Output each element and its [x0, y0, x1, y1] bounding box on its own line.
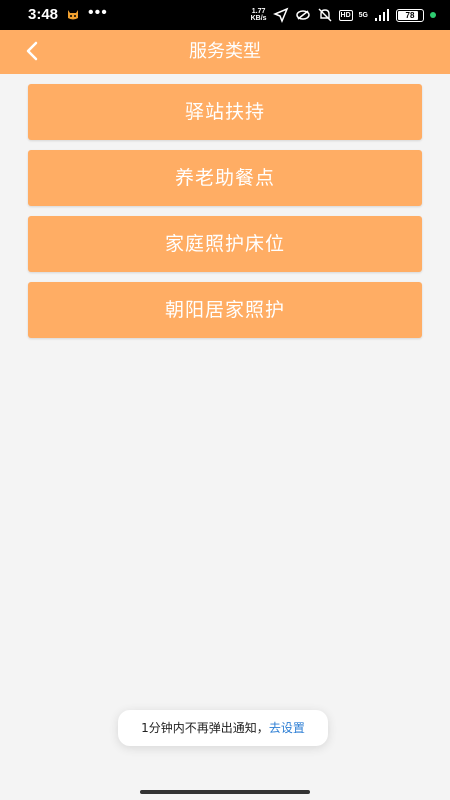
signal-icon: [375, 9, 389, 21]
mute-bell-icon: [318, 8, 332, 22]
service-button-home-care-bed[interactable]: 家庭照护床位: [28, 216, 422, 272]
service-type-list: 驿站扶持 养老助餐点 家庭照护床位 朝阳居家照护: [28, 84, 422, 348]
service-button-chaoyang-home-care[interactable]: 朝阳居家照护: [28, 282, 422, 338]
link-icon: [295, 10, 310, 20]
service-button-station-support[interactable]: 驿站扶持: [28, 84, 422, 140]
toast-message: 1分钟内不再弹出通知，: [141, 721, 269, 735]
network-speed-unit: KB/s: [250, 15, 267, 22]
location-arrow-icon: [272, 7, 288, 23]
app-header: 服务类型: [0, 30, 450, 74]
status-time: 3:48: [28, 6, 59, 23]
status-icons: 1.77 KB/s HD 5G 78: [251, 5, 436, 25]
more-notifications-icon: •••: [88, 4, 108, 21]
network-speed-value: 1.77: [251, 8, 266, 15]
cat-notification-icon: [68, 10, 78, 20]
battery-level: 78: [405, 10, 415, 20]
service-button-elderly-meal-point[interactable]: 养老助餐点: [28, 150, 422, 206]
network-speed: 1.77 KB/s: [251, 8, 267, 22]
gesture-nav-bar: [0, 780, 450, 800]
page-title: 服务类型: [189, 41, 261, 62]
hd-badge: HD: [338, 9, 353, 21]
toast-settings-link[interactable]: 去设置: [269, 721, 305, 735]
network-type: 5G: [358, 11, 368, 19]
status-bar: 3:48 ••• 1.77 KB/s HD 5G 78: [0, 0, 450, 30]
active-dot-icon: [430, 12, 436, 18]
battery-icon: 78: [396, 8, 424, 22]
notification-toast: 1分钟内不再弹出通知，去设置: [118, 710, 328, 746]
home-gesture-handle[interactable]: [140, 790, 310, 794]
